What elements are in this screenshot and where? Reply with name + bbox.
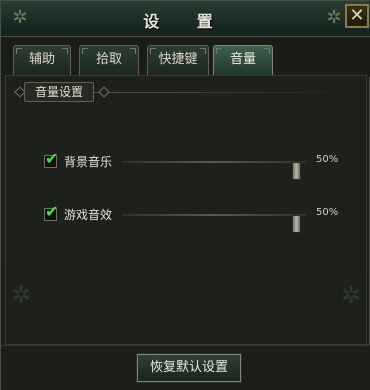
settings-window: ✲ 设 置 ✲ ✕ 辅助 拾取 快捷键 音量 音量设置 ✔ 背景音乐 50% ✔… xyxy=(0,0,370,390)
bgm-value: 50% xyxy=(316,154,339,165)
title-bar[interactable]: ✲ 设 置 ✲ ✕ xyxy=(1,1,370,37)
restore-defaults-button[interactable]: 恢复默认设置 xyxy=(136,353,242,383)
setting-row-sfx: ✔ 游戏音效 50% xyxy=(40,204,340,233)
close-button[interactable]: ✕ xyxy=(345,4,369,28)
close-icon: ✕ xyxy=(349,5,365,26)
sfx-label: 游戏音效 xyxy=(64,208,113,222)
window-title: 设 置 xyxy=(143,12,229,31)
sfx-slider[interactable] xyxy=(122,214,306,233)
tab-volume[interactable]: 音量 xyxy=(213,45,273,75)
sfx-value: 50% xyxy=(316,207,339,218)
bgm-label: 背景音乐 xyxy=(64,155,113,169)
corner-ornament-icon: ✲ xyxy=(340,281,362,309)
setting-row-bgm: ✔ 背景音乐 50% xyxy=(40,151,340,180)
tab-assist[interactable]: 辅助 xyxy=(13,45,71,75)
sfx-slider-thumb[interactable] xyxy=(292,215,301,233)
section-title: 音量设置 xyxy=(24,82,95,102)
bgm-slider-thumb[interactable] xyxy=(292,162,301,180)
bgm-checkbox[interactable]: ✔ xyxy=(44,151,58,168)
tab-strip: 辅助 拾取 快捷键 音量 xyxy=(1,37,370,77)
checkmark-icon: ✔ xyxy=(45,202,59,221)
checkmark-icon: ✔ xyxy=(45,149,59,168)
volume-panel: 音量设置 ✔ 背景音乐 50% ✔ 游戏音效 50% xyxy=(5,75,367,345)
bgm-slider[interactable] xyxy=(122,161,306,180)
corner-ornament-icon: ✲ xyxy=(10,281,32,309)
tab-hotkeys[interactable]: 快捷键 xyxy=(147,45,209,75)
sfx-checkbox[interactable]: ✔ xyxy=(44,204,58,221)
diamond-ornament-icon xyxy=(98,86,110,98)
tab-pickup[interactable]: 拾取 xyxy=(79,45,139,75)
footer: 恢复默认设置 xyxy=(1,345,370,390)
section-header: 音量设置 xyxy=(6,82,368,104)
